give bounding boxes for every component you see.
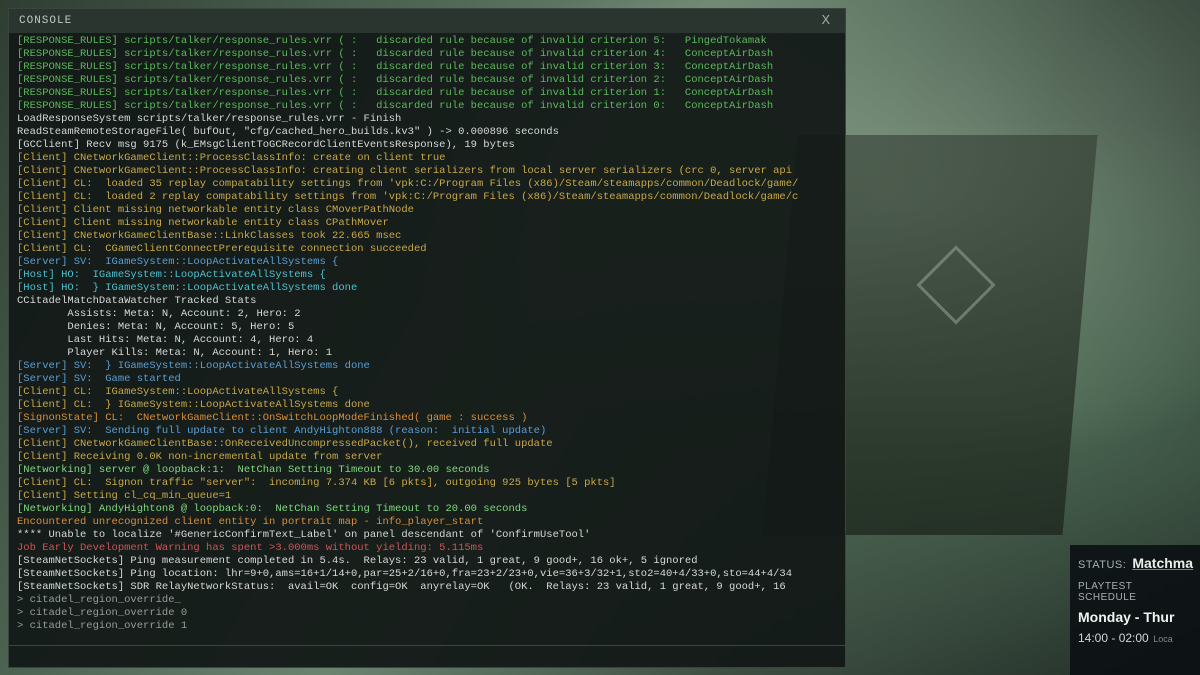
console-input[interactable] bbox=[9, 645, 845, 667]
console-log-line: Assists: Meta: N, Account: 2, Hero: 2 bbox=[17, 308, 837, 321]
console-log-line: [Client] CL: loaded 2 replay compatabili… bbox=[17, 191, 837, 204]
console-log-line: [Client] CL: loaded 35 replay compatabil… bbox=[17, 178, 837, 191]
console-log-line: [GCClient] Recv msg 9175 (k_EMsgClientTo… bbox=[17, 139, 837, 152]
console-log-line: [Server] SV: Sending full update to clie… bbox=[17, 425, 837, 438]
console-log-line: [Host] HO: } IGameSystem::LoopActivateAl… bbox=[17, 282, 837, 295]
console-log-line: [RESPONSE_RULES] scripts/talker/response… bbox=[17, 87, 837, 100]
console-log-line: [Networking] server @ loopback:1: NetCha… bbox=[17, 464, 837, 477]
console-log-line: [Client] CNetworkGameClient::ProcessClas… bbox=[17, 152, 837, 165]
console-log-line: Encountered unrecognized client entity i… bbox=[17, 516, 837, 529]
console-log-line: [Client] CL: CGameClientConnectPrerequis… bbox=[17, 243, 837, 256]
console-log-line: LoadResponseSystem scripts/talker/respon… bbox=[17, 113, 837, 126]
console-log-line: [Networking] AndyHighton8 @ loopback:0: … bbox=[17, 503, 837, 516]
console-log-line: [Client] Client missing networkable enti… bbox=[17, 217, 837, 230]
console-log-line: [Client] CNetworkGameClientBase::OnRecei… bbox=[17, 438, 837, 451]
console-log-line: CCitadelMatchDataWatcher Tracked Stats bbox=[17, 295, 837, 308]
console-log-line: [Client] CL: Signon traffic "server": in… bbox=[17, 477, 837, 490]
playtest-schedule-tz: Loca bbox=[1153, 634, 1173, 644]
status-panel: STATUS: Matchma PLAYTEST SCHEDULE Monday… bbox=[1070, 545, 1200, 675]
console-log-line: [Client] CNetworkGameClientBase::LinkCla… bbox=[17, 230, 837, 243]
console-log-line: Job Early Development Warning has spent … bbox=[17, 542, 837, 555]
console-log-line: [Client] CL: } IGameSystem::LoopActivate… bbox=[17, 399, 837, 412]
console-log-line: **** Unable to localize '#GenericConfirm… bbox=[17, 529, 837, 542]
playtest-schedule-day: Monday - Thur bbox=[1078, 609, 1192, 625]
playtest-schedule-label: PLAYTEST SCHEDULE bbox=[1078, 581, 1192, 603]
console-log-line: [Server] SV: IGameSystem::LoopActivateAl… bbox=[17, 256, 837, 269]
console-log-line: [Server] SV: Game started bbox=[17, 373, 837, 386]
console-log-line: [RESPONSE_RULES] scripts/talker/response… bbox=[17, 61, 837, 74]
console-log-line: Player Kills: Meta: N, Account: 1, Hero:… bbox=[17, 347, 837, 360]
console-log[interactable]: [RESPONSE_RULES] scripts/talker/response… bbox=[9, 33, 845, 645]
console-log-line: [RESPONSE_RULES] scripts/talker/response… bbox=[17, 100, 837, 113]
playtest-schedule-time-row: 14:00 - 02:00 Loca bbox=[1078, 629, 1192, 647]
console-log-line: [SteamNetSockets] SDR RelayNetworkStatus… bbox=[17, 581, 837, 594]
console-log-line: ReadSteamRemoteStorageFile( bufOut, "cfg… bbox=[17, 126, 837, 139]
console-log-line: > citadel_region_override 0 bbox=[17, 607, 837, 620]
console-log-line: [SignonState] CL: CNetworkGameClient::On… bbox=[17, 412, 837, 425]
console-title: CONSOLE bbox=[19, 15, 72, 27]
console-log-line: > citadel_region_override_ bbox=[17, 594, 837, 607]
console-log-line: Denies: Meta: N, Account: 5, Hero: 5 bbox=[17, 321, 837, 334]
status-value: Matchma bbox=[1132, 555, 1193, 571]
console-log-line: [Client] Setting cl_cq_min_queue=1 bbox=[17, 490, 837, 503]
close-icon[interactable]: X bbox=[818, 13, 835, 29]
playtest-schedule-time: 14:00 - 02:00 bbox=[1078, 631, 1149, 645]
console-log-line: [SteamNetSockets] Ping measurement compl… bbox=[17, 555, 837, 568]
console-log-line: [SteamNetSockets] Ping location: lhr=9+0… bbox=[17, 568, 837, 581]
console-log-line: [RESPONSE_RULES] scripts/talker/response… bbox=[17, 74, 837, 87]
console-log-line: [RESPONSE_RULES] scripts/talker/response… bbox=[17, 35, 837, 48]
status-label: STATUS: bbox=[1078, 559, 1126, 571]
console-log-line: > citadel_region_override 1 bbox=[17, 620, 837, 633]
console-header: CONSOLE X bbox=[9, 9, 845, 33]
developer-console: CONSOLE X [RESPONSE_RULES] scripts/talke… bbox=[8, 8, 846, 668]
console-log-line: [Host] HO: IGameSystem::LoopActivateAllS… bbox=[17, 269, 837, 282]
console-log-line: [Server] SV: } IGameSystem::LoopActivate… bbox=[17, 360, 837, 373]
console-log-line: Last Hits: Meta: N, Account: 4, Hero: 4 bbox=[17, 334, 837, 347]
console-log-line: [Client] CL: IGameSystem::LoopActivateAl… bbox=[17, 386, 837, 399]
console-log-line: [Client] Client missing networkable enti… bbox=[17, 204, 837, 217]
status-row: STATUS: Matchma bbox=[1078, 555, 1192, 571]
console-log-line: [RESPONSE_RULES] scripts/talker/response… bbox=[17, 48, 837, 61]
console-log-line: [Client] CNetworkGameClient::ProcessClas… bbox=[17, 165, 837, 178]
console-log-line: [Client] Receiving 0.0K non-incremental … bbox=[17, 451, 837, 464]
